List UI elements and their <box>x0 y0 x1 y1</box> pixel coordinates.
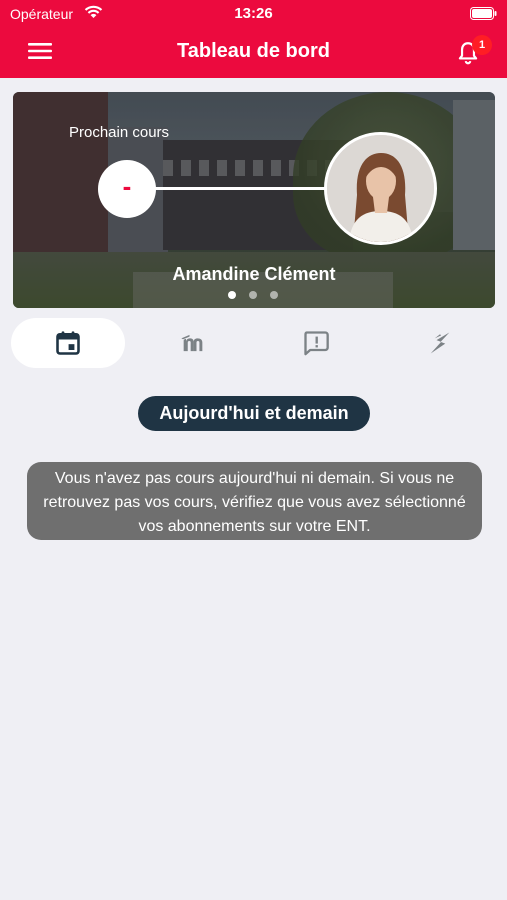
tab-moodle[interactable] <box>136 318 250 368</box>
status-bar: Opérateur 13:26 <box>0 0 507 28</box>
next-course-label: Prochain cours <box>69 124 170 141</box>
calendar-icon <box>56 331 80 355</box>
teacher-avatar <box>324 132 437 245</box>
tab-schedule[interactable] <box>11 318 125 368</box>
pager-dot[interactable] <box>270 291 278 299</box>
notification-badge: 1 <box>472 35 492 55</box>
lightning-icon <box>430 332 450 354</box>
page-title: Tableau de bord <box>177 40 330 62</box>
status-time: 13:26 <box>234 5 273 22</box>
dashboard-tabs <box>0 318 507 368</box>
timeline-line <box>143 187 343 190</box>
section-title: Aujourd'hui et demain <box>138 396 370 431</box>
tab-messages[interactable] <box>259 318 373 368</box>
pager-dot-active[interactable] <box>228 291 236 299</box>
tab-quick-actions[interactable] <box>383 318 497 368</box>
teacher-name: Amandine Clément <box>172 264 336 284</box>
next-course-card[interactable]: Prochain cours - Amandine Clément <box>13 92 495 308</box>
pager-dot[interactable] <box>249 291 257 299</box>
notifications-button[interactable]: 1 <box>455 35 492 68</box>
course-indicator: - <box>98 160 156 218</box>
moodle-icon <box>181 334 203 352</box>
message-alert-icon <box>304 331 329 356</box>
carousel-pager[interactable] <box>228 291 288 301</box>
navigation-bar: Tableau de bord 1 <box>0 28 507 78</box>
teacher-photo <box>327 135 434 242</box>
empty-schedule-message: Vous n'avez pas cours aujourd'hui ni dem… <box>27 462 482 540</box>
battery-icon <box>470 7 497 20</box>
app-header: Opérateur 13:26 Tableau de bord 1 <box>0 0 507 78</box>
